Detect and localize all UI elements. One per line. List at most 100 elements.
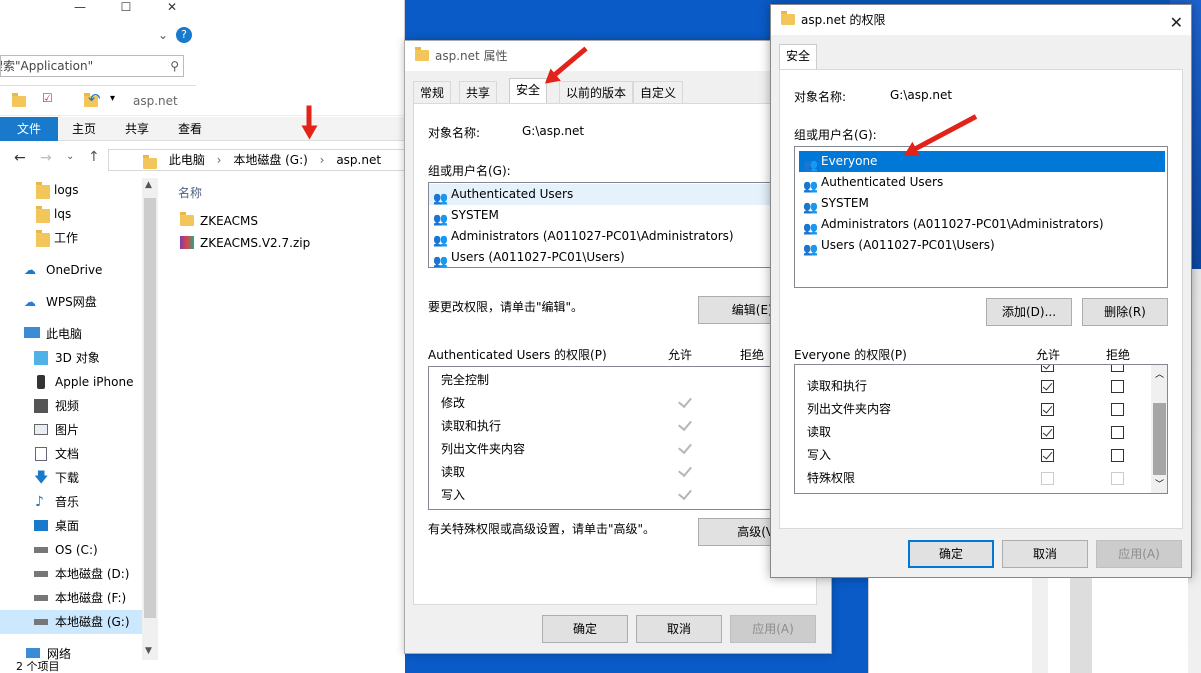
ok-button[interactable]: 确定 xyxy=(908,540,994,568)
list-item[interactable]: 👥 Administrators (A011027-PC01\Administra… xyxy=(429,226,817,247)
up-icon[interactable]: ↑ xyxy=(88,149,100,165)
maximize-icon[interactable]: ☐ xyxy=(106,0,146,20)
navigation-pane: logs lqs 工作 ☁ OneDrive ☁ WPS网盘 此电脑 3D 对象 A… xyxy=(0,178,158,661)
add-button[interactable]: 添加(D)... xyxy=(986,298,1072,326)
apply-button[interactable]: 应用(A) xyxy=(730,615,816,643)
scroll-up-icon[interactable]: ▲ xyxy=(145,180,152,190)
nav-item-documents[interactable]: 文档 xyxy=(0,442,142,466)
user-list[interactable]: 👥 Authenticated Users 👥 SYSTEM 👥 Administra… xyxy=(428,182,818,268)
nav-item-music[interactable]: ♪ 音乐 xyxy=(0,490,142,514)
nav-item-iphone[interactable]: Apple iPhone xyxy=(0,370,142,394)
list-item[interactable]: 👥 SYSTEM xyxy=(429,205,817,226)
allow-checkbox[interactable] xyxy=(1041,365,1054,372)
ribbon-tab-file[interactable]: 文件 xyxy=(0,117,58,141)
breadcrumb-asp-net[interactable]: asp.net xyxy=(336,153,381,167)
close-icon[interactable]: ✕ xyxy=(152,0,192,20)
recent-locations-icon[interactable]: ⌄ xyxy=(66,151,74,162)
tab-general[interactable]: 常规 xyxy=(413,81,452,103)
list-item[interactable]: 👥 Authenticated Users xyxy=(799,172,1167,193)
remove-button[interactable]: 删除(R) xyxy=(1082,298,1168,326)
allow-checkbox[interactable] xyxy=(1041,403,1054,416)
address-bar[interactable]: 此电脑 › 本地磁盘 (G:) › asp.net xyxy=(108,149,405,171)
nav-item-drive-c[interactable]: OS (C:) xyxy=(0,538,142,562)
breadcrumb-this-pc[interactable]: 此电脑 xyxy=(155,153,205,167)
help-icon[interactable]: ? xyxy=(176,27,192,43)
users-icon: 👥 xyxy=(803,179,818,193)
nav-item-this-pc[interactable]: 此电脑 xyxy=(0,322,142,346)
deny-checkbox xyxy=(1111,472,1124,485)
permission-row: 写入 xyxy=(441,488,466,502)
nav-label: OneDrive xyxy=(46,263,103,277)
breadcrumb-drive-g[interactable]: 本地磁盘 (G:) xyxy=(233,153,308,167)
nav-item-desktop[interactable]: 桌面 xyxy=(0,514,142,538)
ok-button[interactable]: 确定 xyxy=(542,615,628,643)
list-item[interactable]: 👥 Users (A011027-PC01\Users) xyxy=(429,247,817,267)
ribbon-tab-share[interactable]: 共享 xyxy=(113,117,161,141)
nav-item-onedrive[interactable]: ☁ OneDrive xyxy=(0,258,142,282)
nav-item-work[interactable]: 工作 xyxy=(0,226,142,250)
minimize-icon[interactable]: — xyxy=(60,0,100,20)
scroll-up-icon[interactable]: ︿ xyxy=(1155,367,1164,380)
folder-icon xyxy=(36,182,50,199)
properties-icon[interactable]: ☑ xyxy=(42,91,53,105)
column-header-name[interactable]: 名称 xyxy=(178,184,202,201)
list-item[interactable]: 👥 Administrators (A011027-PC01\Administra… xyxy=(799,214,1167,235)
apply-button[interactable]: 应用(A) xyxy=(1096,540,1182,568)
list-item[interactable]: 👥 Authenticated Users xyxy=(429,184,817,205)
cancel-button[interactable]: 取消 xyxy=(1002,540,1088,568)
allow-checkbox[interactable] xyxy=(1041,426,1054,439)
tab-sharing[interactable]: 共享 xyxy=(459,81,498,103)
cancel-button[interactable]: 取消 xyxy=(636,615,722,643)
undo-icon[interactable]: ↶ xyxy=(88,90,101,108)
scroll-down-icon[interactable]: ﹀ xyxy=(1155,477,1164,490)
folder-icon xyxy=(36,206,50,223)
nav-label: 工作 xyxy=(54,231,79,245)
nav-item-pictures[interactable]: 图片 xyxy=(0,418,142,442)
ribbon-tab-view[interactable]: 查看 xyxy=(166,117,214,141)
scrollbar-thumb[interactable] xyxy=(1153,403,1166,475)
forward-icon[interactable]: → xyxy=(40,150,52,166)
list-item[interactable]: 👥 Users (A011027-PC01\Users) xyxy=(799,235,1167,256)
deny-checkbox[interactable] xyxy=(1111,365,1124,372)
nav-item-videos[interactable]: 视频 xyxy=(0,394,142,418)
ribbon-tab-home[interactable]: 主页 xyxy=(60,117,108,141)
permissions-scrollbar[interactable]: ︿ ﹀ xyxy=(1151,365,1167,493)
scroll-down-icon[interactable]: ▼ xyxy=(145,646,152,656)
back-icon[interactable]: ← xyxy=(14,150,26,166)
file-item-zip[interactable]: ZKEACMS.V2.7.zip xyxy=(180,232,310,254)
allow-checkbox[interactable] xyxy=(1041,449,1054,462)
dropdown-icon[interactable]: ▾ xyxy=(110,93,115,104)
user-list[interactable]: 👥 Everyone 👥 Authenticated Users 👥 SYSTEM 👥… xyxy=(794,146,1168,288)
nav-label: 本地磁盘 (F:) xyxy=(55,591,127,605)
nav-item-downloads[interactable]: 🡇 下载 xyxy=(0,466,142,490)
deny-checkbox[interactable] xyxy=(1111,403,1124,416)
close-icon[interactable]: ✕ xyxy=(1170,8,1183,38)
file-item-zkeacms[interactable]: ZKEACMS xyxy=(180,210,258,232)
object-name-value: G:\asp.net xyxy=(522,124,585,138)
nav-item-lqs[interactable]: lqs xyxy=(0,202,142,226)
deny-checkbox[interactable] xyxy=(1111,449,1124,462)
search-icon[interactable]: ⚲ xyxy=(170,56,179,76)
tab-security[interactable]: 安全 xyxy=(509,78,548,104)
deny-checkbox[interactable] xyxy=(1111,380,1124,393)
nav-item-3d-objects[interactable]: 3D 对象 xyxy=(0,346,142,370)
nav-item-wps[interactable]: ☁ WPS网盘 xyxy=(0,290,142,314)
list-item[interactable]: 👥 SYSTEM xyxy=(799,193,1167,214)
nav-item-drive-g[interactable]: 本地磁盘 (G:) xyxy=(0,610,142,634)
nav-scrollbar-thumb[interactable] xyxy=(144,198,156,618)
download-icon: 🡇 xyxy=(34,470,49,486)
chevron-down-icon[interactable]: ⌄ xyxy=(158,28,168,42)
tab-previous-versions[interactable]: 以前的版本 xyxy=(559,81,634,103)
nav-item-drive-f[interactable]: 本地磁盘 (F:) xyxy=(0,586,142,610)
tab-customize[interactable]: 自定义 xyxy=(633,81,684,103)
search-placeholder: 搜索"Application" xyxy=(0,59,94,73)
allow-checkbox[interactable] xyxy=(1041,380,1054,393)
user-name: Users (A011027-PC01\Users) xyxy=(821,238,995,252)
nav-label: 此电脑 xyxy=(46,327,83,341)
tab-security[interactable]: 安全 xyxy=(779,44,818,70)
nav-item-logs[interactable]: logs xyxy=(0,178,142,202)
list-item[interactable]: 👥 Everyone xyxy=(799,151,1165,172)
nav-item-drive-d[interactable]: 本地磁盘 (D:) xyxy=(0,562,142,586)
search-input[interactable]: 搜索"Application" ⚲ xyxy=(0,55,184,77)
deny-checkbox[interactable] xyxy=(1111,426,1124,439)
